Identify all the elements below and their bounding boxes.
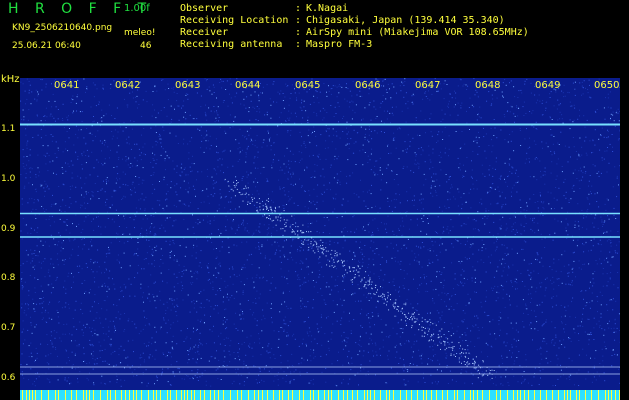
x-tick: 0649 [535, 80, 561, 91]
app-version: 1.00f [124, 3, 150, 14]
y-tick: 0.6 [1, 373, 16, 383]
info-label-antenna: Receiving antenna [180, 39, 283, 50]
meteor-count: 46 [140, 41, 152, 51]
file-name: KN9_2506210640.png [12, 23, 113, 33]
file-datetime: 25.06.21 06:40 [12, 41, 81, 51]
x-tick: 0646 [355, 80, 381, 91]
info-label-receiver: Receiver [180, 27, 229, 38]
x-tick: 0650 [594, 80, 620, 91]
y-tick: 0.9 [1, 224, 16, 234]
info-value-location: Chigasaki, Japan (139.414 35.340) [306, 15, 505, 26]
y-axis-unit: kHz [1, 74, 20, 85]
info-colon: : [295, 27, 302, 38]
waterfall-background [20, 78, 620, 400]
x-tick: 0642 [115, 80, 141, 91]
info-colon: : [295, 3, 302, 14]
x-tick: 0643 [175, 80, 201, 91]
info-label-location: Receiving Location [180, 15, 289, 26]
x-tick: 0645 [295, 80, 321, 91]
info-value-observer: K.Nagai [306, 3, 349, 14]
x-tick: 0648 [475, 80, 501, 91]
info-value-antenna: Maspro FM-3 [306, 39, 373, 50]
info-colon: : [295, 15, 302, 26]
info-value-receiver: AirSpy mini (Miakejima VOR 108.65MHz) [306, 27, 529, 38]
x-tick: 0644 [235, 80, 261, 91]
y-tick: 1.0 [1, 174, 16, 184]
x-tick: 0647 [415, 80, 441, 91]
waterfall-spectrogram [20, 78, 620, 400]
y-tick: 0.7 [1, 323, 16, 333]
y-tick: 0.8 [1, 273, 16, 283]
info-label-observer: Observer [180, 3, 229, 14]
info-colon: : [295, 39, 302, 50]
y-tick: 1.1 [1, 124, 16, 134]
meleo-label: meleo! [124, 28, 156, 38]
x-tick: 0641 [54, 80, 80, 91]
